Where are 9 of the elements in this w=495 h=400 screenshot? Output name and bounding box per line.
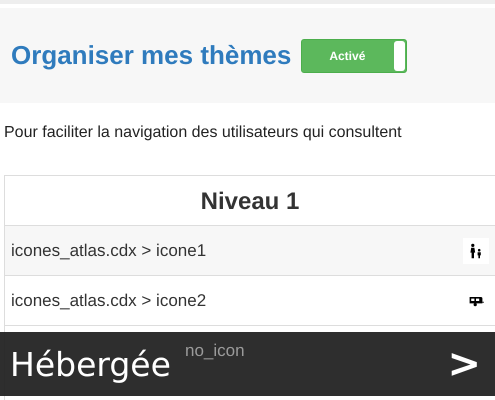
page-title: Organiser mes thèmes xyxy=(11,40,292,71)
row-label: icones_atlas.cdx > icone1 xyxy=(11,240,206,260)
arrow-icon[interactable]: > xyxy=(447,341,481,387)
banner-label: Hébergée xyxy=(10,344,171,384)
intro-text: Pour faciliter la navigation des utilisateurs qui consultent xyxy=(4,124,403,142)
family-icon[interactable] xyxy=(463,238,489,264)
table-heading: Niveau 1 xyxy=(200,187,300,217)
row-label: icones_atlas.cdx > icone2 xyxy=(11,290,206,310)
row-label: no_icon xyxy=(185,340,245,360)
